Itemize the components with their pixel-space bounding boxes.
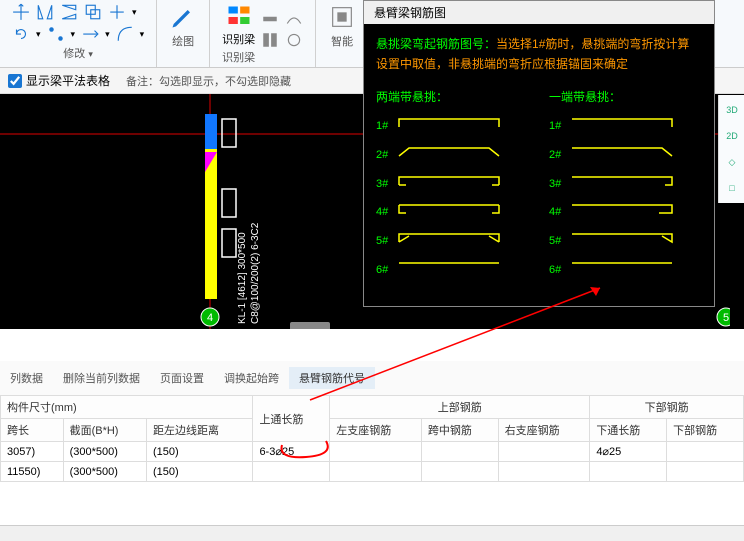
rebar-left-4: 4#	[376, 203, 529, 222]
node-4: 4	[207, 312, 213, 324]
th-group-dim: 构件尺寸(mm)	[1, 396, 253, 419]
right-tool-3[interactable]: ◇	[721, 151, 743, 173]
hint-text: 备注：勾选即显示，不勾选即隐藏	[126, 73, 291, 89]
th-bot: 下部钢筋	[667, 419, 744, 442]
recognize-group: 识别梁 识别梁	[210, 0, 316, 67]
dropdown-icon[interactable]: ▾	[36, 29, 41, 40]
table-row[interactable]: 3057) (300*500) (150) 6-3⌀25 4⌀25	[1, 442, 744, 462]
stretch-icon[interactable]	[81, 25, 99, 43]
dropdown-icon[interactable]: ▾	[132, 7, 137, 18]
tab-col-data[interactable]: 列数据	[0, 367, 53, 389]
th-mid: 跨中钢筋	[421, 419, 498, 442]
draw-label: 绘图	[172, 33, 194, 49]
left-col-title: 两端带悬挑：	[376, 87, 529, 107]
th-left: 左支座钢筋	[330, 419, 422, 442]
move-icon[interactable]	[12, 3, 30, 21]
small-icon-3[interactable]	[261, 31, 279, 49]
th-group-bot: 下部钢筋	[590, 396, 744, 419]
dropdown-icon[interactable]: ▾	[105, 29, 110, 40]
tab-swap-span[interactable]: 调换起始跨	[214, 367, 289, 389]
th-group-top: 上部钢筋	[330, 396, 590, 419]
show-table-checkbox[interactable]: 显示梁平法表格	[8, 72, 110, 89]
rebar-left-5: 5#	[376, 232, 529, 251]
fillet-icon[interactable]	[116, 25, 134, 43]
modify-group: ▾ ▾ ▾ ▾ ▾ 修改 ▾	[0, 0, 157, 67]
rebar-right-1: 1#	[549, 117, 702, 136]
tooltip-line2: 设置中取值，非悬挑端的弯折应根据锚固来确定	[376, 54, 702, 74]
right-tool-2d[interactable]: 2D	[721, 125, 743, 147]
grip-handle[interactable]	[290, 322, 330, 329]
rebar-tooltip-popup: 悬臂梁钢筋图 悬挑梁弯起钢筋图号：当选择1#筋时，悬挑端的弯折按计算 设置中取值…	[363, 0, 715, 307]
rebar-left-1: 1#	[376, 117, 529, 136]
dropdown-icon[interactable]: ▾	[71, 29, 76, 40]
rebar-right-4: 4#	[549, 203, 702, 222]
checkbox-label: 显示梁平法表格	[26, 72, 110, 89]
th-top-full: 上通长筋	[253, 396, 330, 442]
tab-rebar-code[interactable]: 悬臂钢筋代号	[289, 367, 375, 389]
th-section: 截面(B*H)	[63, 419, 146, 442]
table-row[interactable]: 11550) (300*500) (150)	[1, 462, 744, 482]
rebar-left-3: 3#	[376, 175, 529, 194]
small-icon-4[interactable]	[285, 31, 303, 49]
rebar-left-6: 6#	[376, 261, 529, 280]
recognize-beam-icon[interactable]	[225, 3, 253, 31]
mirror-v-icon[interactable]	[60, 3, 78, 21]
pen-icon[interactable]	[169, 3, 197, 31]
smart-label: 智能	[331, 33, 353, 49]
beam-label-1: KL-1 [4612] 300*500	[237, 232, 248, 324]
right-tool-3d[interactable]: 3D	[721, 99, 743, 121]
tooltip-line1: 悬挑梁弯起钢筋图号：	[376, 37, 496, 51]
tab-page-setup[interactable]: 页面设置	[150, 367, 214, 389]
th-span: 跨长	[1, 419, 64, 442]
rebar-right-5: 5#	[549, 232, 702, 251]
offset-icon[interactable]	[84, 3, 102, 21]
smart-group: 智能	[316, 0, 369, 67]
rebar-left-2: 2#	[376, 146, 529, 165]
rotate-icon[interactable]	[12, 25, 30, 43]
rebar-right-6: 6#	[549, 261, 702, 280]
beam-label-2: C8@100/200(2) 6-3C2	[250, 222, 261, 324]
right-toolbar: 3D 2D ◇ □	[718, 95, 744, 203]
right-tool-4[interactable]: □	[721, 177, 743, 199]
show-table-input[interactable]	[8, 74, 22, 88]
node-5: 5	[723, 312, 729, 324]
tooltip-title: 悬臂梁钢筋图	[364, 1, 714, 24]
beam-data-table: 构件尺寸(mm) 上通长筋 上部钢筋 下部钢筋 跨长 截面(B*H) 距左边线距…	[0, 395, 744, 482]
th-right: 右支座钢筋	[498, 419, 590, 442]
tab-del-col[interactable]: 删除当前列数据	[53, 367, 150, 389]
trim-icon[interactable]	[108, 3, 126, 21]
tabs-bar: 列数据 删除当前列数据 页面设置 调换起始跨 悬臂钢筋代号	[0, 361, 744, 395]
modify-label: 修改	[63, 48, 85, 60]
h-scrollbar[interactable]	[0, 525, 744, 541]
rebar-right-3: 3#	[549, 175, 702, 194]
dropdown-icon[interactable]: ▾	[140, 29, 145, 40]
small-icon-1[interactable]	[261, 10, 279, 28]
tooltip-line1b: 当选择1#筋时，悬挑端的弯折按计算	[496, 37, 689, 51]
smart-icon[interactable]	[328, 3, 356, 31]
recognize-label: 识别梁	[222, 31, 255, 47]
explode-icon[interactable]	[47, 25, 65, 43]
right-col-title: 一端带悬挑：	[549, 87, 702, 107]
mirror-h-icon[interactable]	[36, 3, 54, 21]
th-bot-full: 下通长筋	[590, 419, 667, 442]
dropdown-icon[interactable]: ▾	[88, 49, 93, 59]
recognize-group-label: 识别梁	[222, 49, 255, 65]
draw-group: 绘图	[157, 0, 210, 67]
th-edge: 距左边线距离	[146, 419, 252, 442]
small-icon-2[interactable]	[285, 10, 303, 28]
rebar-right-2: 2#	[549, 146, 702, 165]
